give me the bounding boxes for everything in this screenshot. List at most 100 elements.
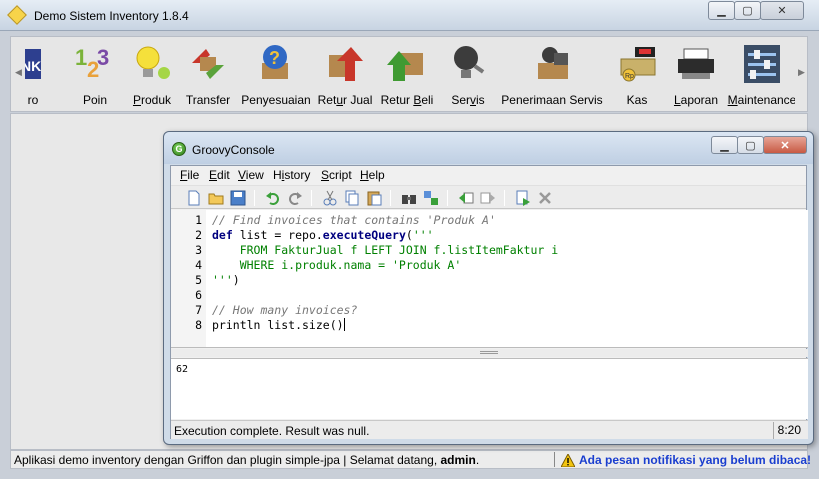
history-next-icon[interactable] [480,190,496,206]
output-text: 62 [176,364,189,375]
toolbar-item-poin[interactable]: 1 2 3 Poin [65,37,125,113]
status-separator [554,452,555,467]
console-status-bar: Execution complete. Result was null. 8:2… [171,420,808,439]
groovy-console-window: G GroovyConsole ▁ ▢ ✕ File Edit View His… [163,131,814,445]
menu-edit[interactable]: Edit [209,168,230,182]
line-number-gutter: 1 2 3 4 5 6 7 8 [171,210,206,347]
menu-help[interactable]: Help [360,168,385,182]
toolbar-separator [447,190,448,206]
console-minimize-button[interactable]: ▁ [711,136,738,154]
undo-icon[interactable] [265,190,281,206]
console-close-button[interactable]: ✕ [763,136,807,154]
code-line: // Find invoices that contains 'Produk A… [212,213,496,227]
line-number: 6 [195,288,202,302]
code-editor[interactable]: 1 2 3 4 5 6 7 8 // Find invoices that co… [171,210,808,348]
toolbar-item-penerimaan-servis[interactable]: Penerimaan Servis [495,37,609,113]
toolbar-item-kas[interactable]: Rp Kas [615,37,659,113]
toolbar-item-maintenance[interactable]: Maintenance [725,37,795,113]
toolbar-label: Penyesuaian [241,93,311,107]
main-status-bar: Aplikasi demo inventory dengan Griffon d… [10,450,811,469]
line-number: 2 [195,228,202,242]
truncated-brand-icon: NK [25,49,41,79]
editor-output-splitter[interactable] [171,349,808,357]
toolbar-item-truncated[interactable]: NK ro [25,37,47,113]
minimize-button[interactable]: ▁ [708,1,735,20]
cash-register-icon: Rp [620,47,656,82]
toolbar-item-retur-jual[interactable]: Retur Jual [315,37,375,113]
redo-icon[interactable] [287,190,303,206]
toolbar-separator [390,190,391,206]
line-number: 8 [195,318,202,332]
svg-text:?: ? [269,48,280,68]
toolbar-item-transfer[interactable]: Transfer [183,37,233,113]
menu-view[interactable]: View [238,168,264,182]
splitter-grip[interactable] [480,351,498,354]
interrupt-icon[interactable] [537,190,553,206]
code-line: // How many invoices? [212,303,358,317]
box-arrow-up-red-icon [329,47,363,81]
console-status-message: Execution complete. Result was null. [174,424,370,438]
copy-icon[interactable] [344,190,360,206]
scroll-right-arrow[interactable]: ▶ [798,67,805,78]
lightbulb-icon [136,46,170,79]
menu-history[interactable]: History [273,168,310,182]
status-message: Aplikasi demo inventory dengan Griffon d… [14,453,480,467]
toolbar-separator [311,190,312,206]
question-box-icon: ? [262,45,288,79]
toolbar-label: Servis [451,93,485,107]
toolbar-label: Transfer [185,93,231,107]
code-line: def list = repo.executeQuery(''' [212,228,434,242]
save-icon[interactable] [230,190,246,206]
menu-script[interactable]: Script [321,168,352,182]
code-line: println list.size() [212,318,345,332]
toolbar-item-servis[interactable]: Servis [445,37,491,113]
console-toolbar [171,185,806,209]
console-maximize-button[interactable]: ▢ [737,136,764,154]
replace-icon[interactable] [423,190,439,206]
warning-icon [561,453,575,467]
cut-icon[interactable] [322,190,338,206]
toolbar-separator [254,190,255,206]
paste-icon[interactable] [366,190,382,206]
history-previous-icon[interactable] [458,190,474,206]
toolbar-item-laporan[interactable]: Laporan [669,37,723,113]
status-username: admin [440,453,476,467]
line-number: 5 [195,273,202,287]
close-button[interactable]: ✕ [760,1,804,20]
scroll-left-arrow[interactable]: ◀ [15,67,22,78]
groovy-logo-icon: G [172,142,186,156]
find-icon[interactable] [401,190,417,206]
code-line: ''') [212,273,240,287]
toolbar-label: Maintenance [727,93,795,107]
main-toolbar: ◀ NK ro 1 2 3 Poin Produk Transfer ? Pen… [10,36,808,112]
code-line: WHERE i.produk.nama = 'Produk A' [212,258,462,272]
maximize-button[interactable]: ▢ [734,1,761,20]
caret-position: 8:20 [772,422,805,439]
toolbar-label: ro [27,93,39,107]
toolbar-label: Laporan [673,93,719,107]
run-script-icon[interactable] [515,190,531,206]
toolbar-item-retur-beli[interactable]: Retur Beli [377,37,437,113]
console-content: File Edit View History Script Help 1 2 3… [170,165,808,439]
numbers-123-icon: 1 2 3 [75,45,109,82]
toolbar-item-penyesuaian[interactable]: ? Penyesuaian [239,37,313,113]
new-file-icon[interactable] [186,190,202,206]
notification-link[interactable]: Ada pesan notifikasi yang belum dibaca! [561,453,811,467]
svg-text:3: 3 [97,45,109,70]
output-pane[interactable]: 62 [171,358,808,419]
svg-text:NK: NK [25,58,41,74]
code-line: FROM FakturJual f LEFT JOIN f.listItemFa… [212,243,559,257]
line-number: 4 [195,258,202,272]
window-title: Demo Sistem Inventory 1.8.4 [34,9,189,23]
console-title: GroovyConsole [192,143,275,157]
open-folder-icon[interactable] [208,190,224,206]
menu-file[interactable]: File [180,168,199,182]
toolbar-separator [504,190,505,206]
transfer-arrows-icon [192,49,224,79]
window-controls: ▁ ▢ ✕ [708,1,804,20]
toolbar-item-produk[interactable]: Produk [127,37,177,113]
toolbar-label: Retur Jual [317,93,373,107]
svg-text:Rp: Rp [625,73,634,80]
toolbar-label: Kas [626,93,648,107]
camera-box-icon [538,47,568,79]
